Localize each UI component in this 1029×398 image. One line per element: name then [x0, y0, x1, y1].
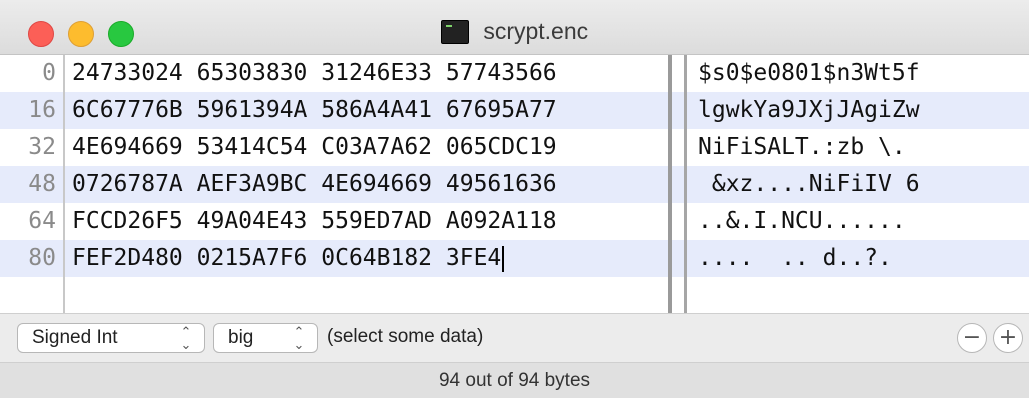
data-type-label: Signed Int	[32, 327, 118, 348]
inspector-value: (select some data)	[327, 326, 484, 347]
hex-row: 80 FEF2D480 0215A7F6 0C64B182 3FE4 .... …	[0, 240, 1029, 277]
hex-editor-window: scrypt.enc 0 24733024 65303830 31246E33 …	[0, 0, 1029, 398]
ascii-text[interactable]: &xz....NiFiIV 6	[698, 166, 920, 203]
ascii-text[interactable]: lgwkYa9JXjJAgiZw	[698, 92, 920, 129]
document-icon	[440, 19, 469, 44]
hex-bytes[interactable]: 0726787A AEF3A9BC 4E694669 49561636	[72, 166, 557, 203]
hex-row: 16 6C67776B 5961394A 586A4A41 67695A77 l…	[0, 92, 1029, 129]
minus-button[interactable]: −	[957, 323, 987, 353]
ascii-text[interactable]: NiFiSALT.:zb \.	[698, 129, 906, 166]
title-bar[interactable]: scrypt.enc	[0, 0, 1029, 55]
ascii-text[interactable]: .... .. d..?.	[698, 240, 892, 277]
data-type-select[interactable]: Signed Int ⌃ ⌄	[17, 323, 205, 353]
title-group: scrypt.enc	[0, 18, 1029, 45]
ascii-text[interactable]: ..&.I.NCU......	[698, 203, 906, 240]
hex-view[interactable]: 0 24733024 65303830 31246E33 57743566 $s…	[0, 55, 1029, 313]
endian-select[interactable]: big ⌃ ⌄	[213, 323, 318, 353]
hex-row: 0 24733024 65303830 31246E33 57743566 $s…	[0, 55, 1029, 92]
byte-count: 94 out of 94 bytes	[438, 370, 591, 391]
hex-bytes[interactable]: 4E694669 53414C54 C03A7A62 065CDC19	[72, 129, 557, 166]
chevron-updown-icon: ⌃ ⌄	[180, 324, 192, 352]
hex-row: 32 4E694669 53414C54 C03A7A62 065CDC19 N…	[0, 129, 1029, 166]
row-offset: 80	[28, 245, 56, 271]
row-offset: 64	[28, 208, 56, 234]
chevron-updown-icon: ⌃ ⌄	[293, 324, 305, 352]
data-inspector-bar: Signed Int ⌃ ⌄ big ⌃ ⌄ (select some data) …	[0, 313, 1029, 362]
plus-icon: +	[998, 325, 1018, 350]
column-divider-left[interactable]	[668, 55, 672, 313]
minus-icon: −	[962, 325, 982, 350]
hex-bytes[interactable]: 24733024 65303830 31246E33 57743566	[72, 55, 557, 92]
status-bar: 94 out of 94 bytes	[0, 362, 1029, 398]
text-cursor	[502, 245, 505, 272]
row-offset: 0	[42, 60, 56, 86]
hex-row: 64 FCCD26F5 49A04E43 559ED7AD A092A118 .…	[0, 203, 1029, 240]
offset-divider	[63, 55, 65, 313]
hex-bytes[interactable]: FCCD26F5 49A04E43 559ED7AD A092A118	[72, 203, 557, 240]
endian-label: big	[228, 327, 254, 348]
plus-button[interactable]: +	[993, 323, 1023, 353]
row-offset: 16	[28, 97, 56, 123]
row-offset: 48	[28, 171, 56, 197]
hex-bytes[interactable]: 6C67776B 5961394A 586A4A41 67695A77	[72, 92, 557, 129]
row-offset: 32	[28, 134, 56, 160]
hex-bytes-last[interactable]: FEF2D480 0215A7F6 0C64B182 3FE4	[72, 240, 505, 277]
hex-bytes[interactable]: FEF2D480 0215A7F6 0C64B182 3FE4	[72, 245, 501, 271]
hex-row: 48 0726787A AEF3A9BC 4E694669 49561636 &…	[0, 166, 1029, 203]
window-title: scrypt.enc	[483, 18, 589, 44]
column-divider-right[interactable]	[684, 55, 687, 313]
ascii-text[interactable]: $s0$e0801$n3Wt5f	[698, 55, 920, 92]
